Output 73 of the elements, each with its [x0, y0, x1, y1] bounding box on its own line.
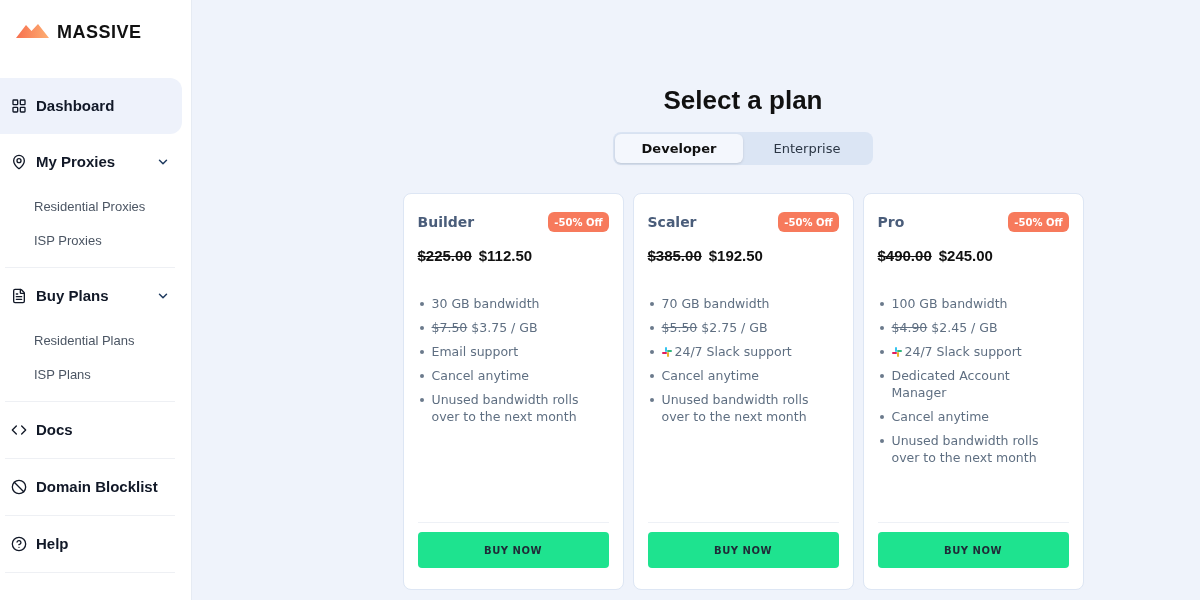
bullet-icon — [419, 326, 424, 330]
slack-icon — [891, 346, 902, 357]
bullet-icon — [649, 374, 654, 378]
feature-text: 24/7 Slack support — [674, 343, 792, 360]
plan-name: Builder — [417, 212, 475, 232]
nav-item[interactable]: Help — [0, 516, 182, 572]
bullet-icon — [649, 350, 654, 354]
plan-name: Pro — [877, 212, 905, 232]
nav-item[interactable]: Dashboard — [0, 78, 182, 134]
bullet-icon — [879, 302, 884, 306]
feature-text: Cancel anytime — [891, 408, 990, 425]
old-price: $385.00 — [647, 245, 702, 266]
feature-text: 70 GB bandwidth — [661, 295, 770, 312]
nav-subitem[interactable]: Residential Proxies — [5, 190, 165, 224]
page-title: Select a plan — [663, 84, 823, 117]
price: $245.00 — [938, 245, 993, 266]
nav-item[interactable]: Domain Blocklist — [0, 459, 182, 515]
feature-text: 30 GB bandwidth — [431, 295, 540, 312]
nav-subitem[interactable]: Residential Plans — [5, 324, 165, 358]
price: $112.50 — [478, 245, 533, 266]
grid-icon — [11, 98, 27, 114]
feature-text: 24/7 Slack support — [904, 343, 1022, 360]
bullet-icon — [879, 374, 884, 378]
code-icon — [11, 422, 27, 438]
old-rate-text: $7.50 — [431, 319, 468, 336]
slack-icon — [661, 346, 672, 357]
rate-text: $2.45 / GB — [931, 319, 998, 336]
plan-name: Scaler — [647, 212, 697, 232]
discount-badge: -50% Off — [1008, 212, 1069, 232]
bullet-icon — [879, 350, 884, 354]
feature-text: Unused bandwidth rolls over to the next month — [891, 432, 1040, 466]
nav-group-button[interactable]: Buy Plans — [0, 268, 182, 324]
feature-text: Dedicated Account Manager — [891, 367, 1011, 401]
map-pin-icon — [11, 154, 27, 170]
discount-badge: -50% Off — [548, 212, 609, 232]
document-icon — [11, 288, 27, 304]
old-rate-text: $4.90 — [891, 319, 928, 336]
bullet-icon — [419, 302, 424, 306]
bullet-icon — [419, 350, 424, 354]
help-icon — [11, 536, 27, 552]
price: $192.50 — [708, 245, 763, 266]
nav-item[interactable]: Docs — [0, 402, 182, 458]
feature-text: 100 GB bandwidth — [891, 295, 1008, 312]
logo-text: MASSIVE — [57, 25, 142, 39]
rate-text: $3.75 / GB — [471, 319, 538, 336]
bullet-icon — [649, 326, 654, 330]
old-rate-text: $5.50 — [661, 319, 698, 336]
feature-text: Unused bandwidth rolls over to the next month — [661, 391, 810, 425]
buy-now-button[interactable]: BUY NOW — [877, 532, 1069, 568]
bullet-icon — [649, 398, 654, 402]
feature-text: Cancel anytime — [431, 367, 530, 384]
bullet-icon — [419, 398, 424, 402]
ban-icon — [11, 479, 27, 495]
nav-subitem[interactable]: ISP Proxies — [5, 224, 165, 258]
bullet-icon — [879, 326, 884, 330]
buy-now-button[interactable]: BUY NOW — [647, 532, 839, 568]
bullet-icon — [879, 415, 884, 419]
feature-text: Unused bandwidth rolls over to the next month — [431, 391, 580, 425]
old-price: $490.00 — [877, 245, 932, 266]
rate-text: $2.75 / GB — [701, 319, 768, 336]
bullet-icon — [879, 439, 884, 443]
bullet-icon — [649, 302, 654, 306]
feature-text: Email support — [431, 343, 519, 360]
feature-text: Cancel anytime — [661, 367, 760, 384]
nav-subitem[interactable]: ISP Plans — [5, 358, 165, 392]
discount-badge: -50% Off — [778, 212, 839, 232]
tab[interactable]: Developer — [615, 134, 743, 163]
tab[interactable]: Enterprise — [743, 134, 871, 163]
old-price: $225.00 — [417, 245, 472, 266]
nav-group-button[interactable]: My Proxies — [0, 134, 182, 190]
bullet-icon — [419, 374, 424, 378]
buy-now-button[interactable]: BUY NOW — [417, 532, 609, 568]
mountains-logo-icon — [16, 24, 49, 38]
